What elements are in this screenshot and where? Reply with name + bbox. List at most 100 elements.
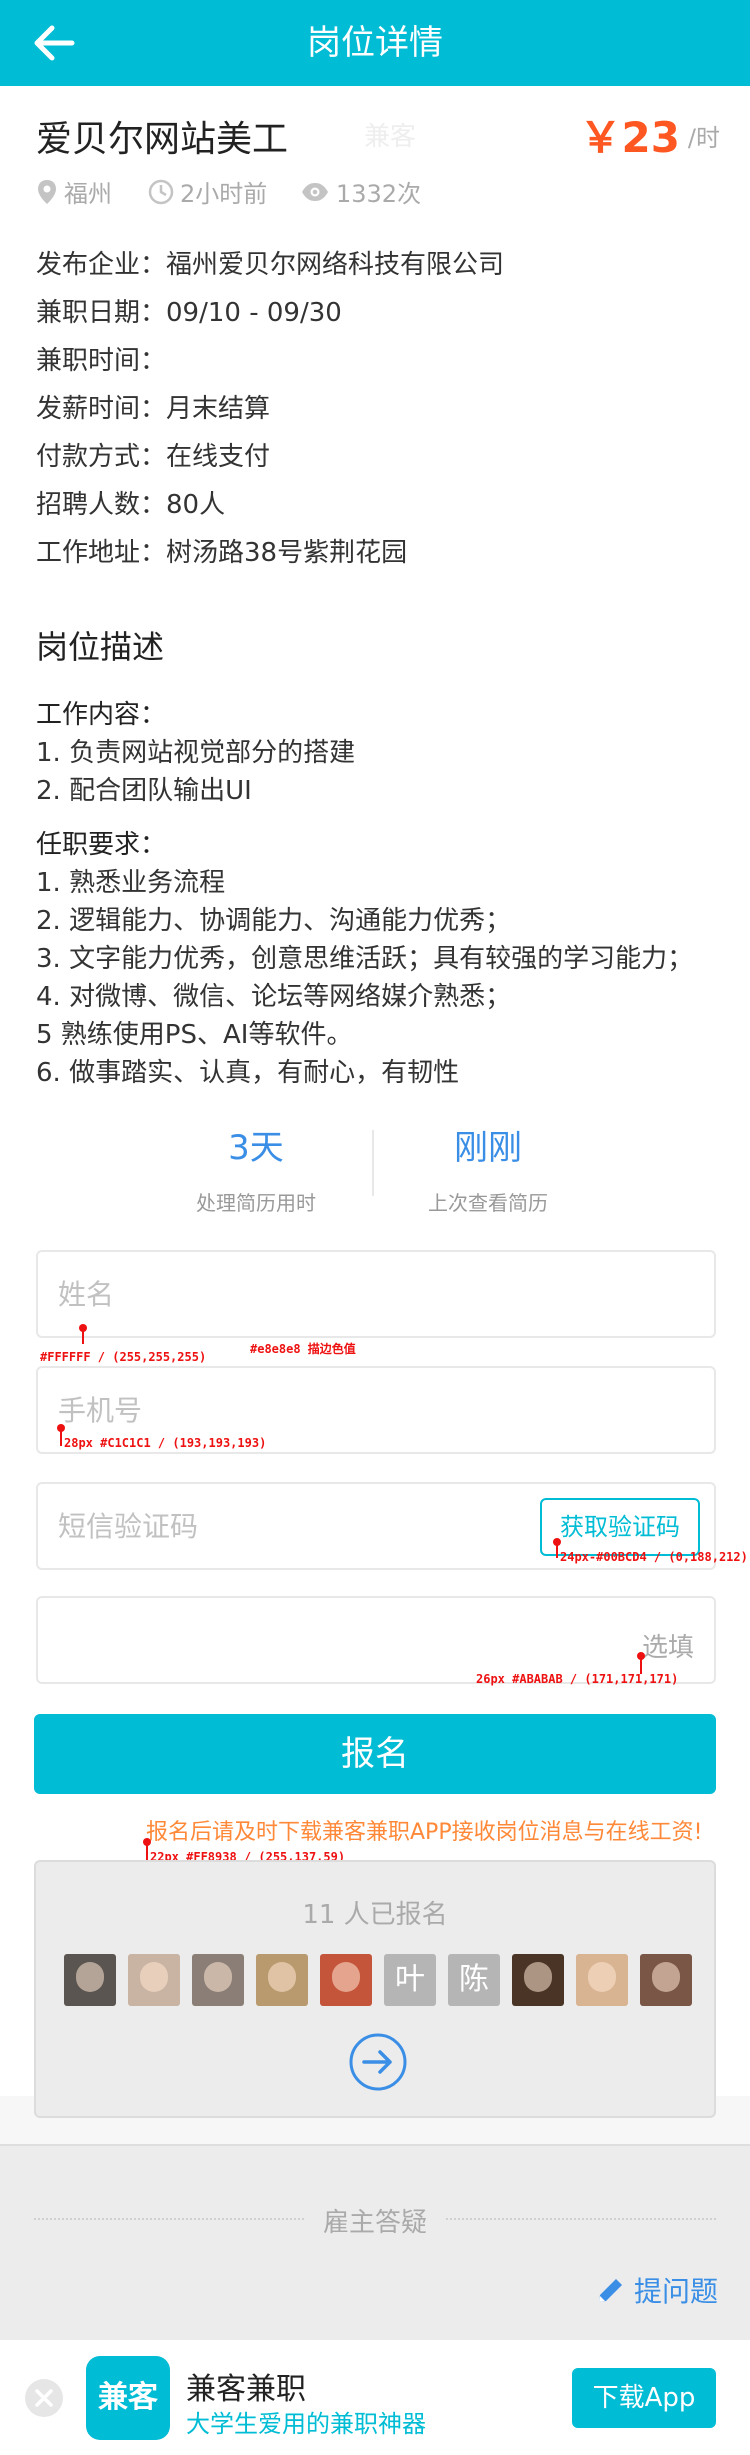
job-location: 福州 [36, 174, 112, 209]
phone-input[interactable] [58, 1386, 558, 1434]
stat-label: 上次查看简历 [428, 1191, 548, 1215]
eye-icon [302, 182, 328, 201]
avatar [640, 1954, 692, 2006]
name-field [36, 1250, 716, 1338]
requirement-line: 3. 文字能力优秀，创意思维活跃；具有较强的学习能力； [36, 944, 694, 974]
avatar-photo [76, 1962, 104, 1992]
info-headcount: 招聘人数：80人 [36, 484, 225, 521]
description-title: 岗位描述 [36, 628, 165, 666]
location-text: 福州 [64, 180, 112, 208]
avatar-list: 叶陈 [64, 1954, 704, 2008]
avatar-photo [332, 1962, 360, 1992]
get-code-button[interactable]: 获取验证码 [540, 1498, 700, 1556]
job-posted-time: 2小时前 [148, 174, 267, 209]
info-label: 发布企业： [36, 250, 167, 280]
avatar [192, 1954, 244, 2006]
stat-value: 3天 [228, 1128, 284, 1168]
info-company: 发布企业：福州爱贝尔网络科技有限公司 [36, 244, 504, 281]
download-app-button[interactable]: 下载App [572, 2368, 716, 2428]
requirement-line: 1. 熟悉业务流程 [36, 868, 226, 898]
info-value: 09/10 - 09/30 [166, 298, 342, 328]
avatar-photo [140, 1962, 168, 1992]
avatar [256, 1954, 308, 2006]
avatar-photo [268, 1962, 296, 1992]
app-banner: 兼客 兼客兼职 大学生爱用的兼职神器 下载App [0, 2340, 750, 2455]
download-notice: 报名后请及时下载兼客兼职APP接收岗位消息与在线工资! [146, 1820, 703, 1845]
watermark-tag: 兼客 [364, 122, 417, 152]
requirement-line: 4. 对微博、微信、论坛等网络媒介熟悉； [36, 982, 512, 1012]
avatar-photo [524, 1962, 552, 1992]
annotation-marker [143, 1838, 151, 1846]
annotation-label: 28px #C1C1C1 / (193,193,193) [64, 1436, 267, 1450]
avatar [576, 1954, 628, 2006]
pencil-icon [598, 2279, 622, 2302]
job-view-count: 1332次 [300, 174, 421, 209]
optional-input[interactable] [58, 1616, 558, 1664]
avatar: 叶 [384, 1954, 436, 2006]
info-value: 树汤路38号紫荆花园 [166, 538, 408, 568]
info-value: 在线支付 [166, 442, 271, 472]
job-price: ￥23 [579, 113, 680, 162]
ask-question-link[interactable]: 提问题 [596, 2270, 718, 2310]
annotation-label: #FFFFFF / (255,255,255) [40, 1350, 207, 1364]
job-title: 爱贝尔网站美工 [36, 119, 289, 160]
location-pin-icon [38, 179, 56, 204]
optional-field: 选填 [36, 1596, 716, 1684]
stat-value: 刚刚 [454, 1128, 522, 1168]
avatar-photo [204, 1962, 232, 1992]
info-value: 福州爱贝尔网络科技有限公司 [166, 250, 505, 280]
annotation-marker [79, 1324, 87, 1332]
applicants-panel: 11 人已报名 叶陈 [34, 1860, 716, 2118]
requirement-line: 2. 逻辑能力、协调能力、沟通能力优秀； [36, 906, 512, 936]
info-payday: 发薪时间：月末结算 [36, 388, 270, 425]
clock-icon [148, 179, 174, 204]
submit-button[interactable]: 报名 [34, 1714, 716, 1794]
arrow-right-circle-icon[interactable] [348, 2032, 408, 2092]
annotation-label: #e8e8e8 描边色值 [250, 1342, 356, 1356]
info-date: 兼职日期：09/10 - 09/30 [36, 292, 342, 329]
info-label: 兼职日期： [36, 298, 167, 328]
header-bar: 岗位详情 [0, 0, 750, 86]
info-address: 工作地址：树汤路38号紫荆花园 [36, 532, 407, 569]
stat-process-time: 3天 处理简历用时 [156, 1120, 356, 1216]
annotation-marker [553, 1538, 561, 1546]
close-icon[interactable] [24, 2378, 64, 2418]
annotation-marker [637, 1652, 645, 1660]
annotation-label: 24px-#00BCD4 / (0,188,212) [560, 1550, 748, 1564]
content-line: 2. 配合团队输出UI [36, 776, 252, 806]
avatar-photo [588, 1962, 616, 1992]
info-value: 月末结算 [166, 394, 271, 424]
annotation-marker [57, 1424, 65, 1432]
requirement-line: 5 熟练使用PS、AI等软件。 [36, 1020, 353, 1050]
app-name: 兼客兼职 [186, 2372, 306, 2407]
price-unit: /时 [687, 124, 720, 152]
app-logo: 兼客 [86, 2356, 170, 2440]
qa-section [0, 2144, 750, 2340]
annotation-label: 26px #ABABAB / (171,171,171) [476, 1672, 679, 1686]
avatar-photo [652, 1962, 680, 1992]
stat-label: 处理简历用时 [196, 1191, 316, 1215]
sms-code-input[interactable] [58, 1502, 558, 1550]
stat-divider [372, 1130, 374, 1196]
requirement-line: 6. 做事踏实、认真，有耐心，有韧性 [36, 1058, 460, 1088]
views-text: 1332次 [336, 180, 422, 208]
info-label: 兼职时间： [36, 346, 167, 376]
optional-hint: 选填 [641, 1633, 694, 1663]
page-title: 岗位详情 [307, 23, 443, 63]
ask-question-label: 提问题 [633, 2275, 718, 2308]
app-tagline: 大学生爱用的兼职神器 [186, 2410, 426, 2438]
posted-text: 2小时前 [180, 180, 268, 208]
avatar [128, 1954, 180, 2006]
info-value: 80人 [166, 490, 226, 520]
avatar [64, 1954, 116, 2006]
name-input[interactable] [58, 1270, 558, 1318]
content-heading: 工作内容： [36, 700, 167, 730]
qa-title: 雇主答疑 [322, 2208, 427, 2238]
info-label: 付款方式： [36, 442, 167, 472]
info-label: 发薪时间： [36, 394, 167, 424]
stat-last-viewed: 刚刚 上次查看简历 [388, 1120, 588, 1216]
avatar [512, 1954, 564, 2006]
info-label: 招聘人数： [36, 490, 167, 520]
avatar [320, 1954, 372, 2006]
requirements-heading: 任职要求： [36, 830, 167, 860]
